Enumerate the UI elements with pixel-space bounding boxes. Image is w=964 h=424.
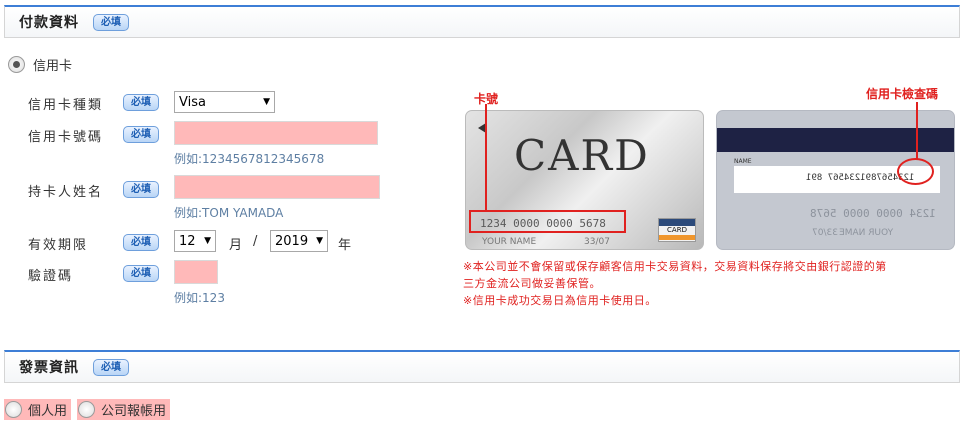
card-number-hint: 例如:1234567812345678 (174, 152, 325, 166)
card-number-callout: 卡號 (474, 92, 499, 106)
dropdown-arrow-icon: ▼ (263, 97, 270, 107)
card-front-brand: CARD (514, 131, 650, 180)
invoice-option-label: 個人用 (28, 404, 68, 419)
dropdown-arrow-icon: ▼ (316, 236, 323, 246)
card-back-mirror-name: YOUR NAME (839, 228, 894, 238)
card-type-label: 信用卡種類 (28, 98, 104, 113)
card-number-label: 信用卡號碼 (28, 130, 104, 145)
required-badge: 必填 (123, 234, 159, 251)
cvv-label: 驗證碼 (28, 269, 74, 284)
card-number-callout-line (485, 104, 487, 211)
expiry-separator: / (253, 234, 258, 249)
card-front-exp: 33/07 (584, 237, 610, 247)
cvv-input[interactable] (174, 260, 218, 284)
payment-method-credit-card[interactable]: 信用卡 (8, 55, 72, 74)
expiry-month-select[interactable]: 12 ▼ (174, 230, 216, 252)
required-badge: 必填 (123, 94, 159, 111)
payment-method-label: 信用卡 (33, 59, 73, 74)
expiry-year-value: 2019 (275, 233, 309, 249)
invoice-option-label: 公司報帳用 (101, 404, 167, 419)
cvv-highlight (897, 158, 934, 185)
cvv-callout: 信用卡檢查碼 (866, 87, 939, 101)
card-back-mirror-number: 1234 0000 0000 5678 (810, 207, 936, 220)
card-front-name: YOUR NAME (482, 237, 537, 247)
required-badge: 必填 (123, 265, 159, 282)
dropdown-arrow-icon: ▼ (204, 236, 211, 246)
required-badge: 必填 (93, 358, 129, 376)
invoice-options: 個人用 公司報帳用 (4, 399, 171, 420)
cvv-callout-line (916, 102, 918, 159)
required-badge: 必填 (123, 126, 159, 143)
year-unit: 年 (338, 238, 352, 253)
card-number-input[interactable] (174, 121, 378, 145)
required-badge: 必填 (93, 13, 129, 31)
cvv-hint: 例如:123 (174, 291, 225, 305)
radio-selected-icon[interactable] (8, 56, 25, 73)
month-unit: 月 (229, 238, 243, 253)
card-back-mirror-exp: 33/07 (812, 228, 838, 238)
notice-line-1: ※本公司並不會保留或保存顧客信用卡交易資料，交易資料保存將交由銀行認證的第 (463, 260, 887, 273)
magnetic-stripe (717, 128, 954, 152)
holder-name-label: 持卡人姓名 (28, 185, 104, 200)
card-number-highlight (469, 210, 626, 233)
holder-name-input[interactable] (174, 175, 380, 199)
radio-empty-icon[interactable] (5, 401, 22, 418)
invoice-section-title: 發票資訊 (19, 360, 79, 376)
payment-section-title: 付款資料 (19, 15, 79, 31)
invoice-option-personal[interactable]: 個人用 (4, 399, 72, 420)
payment-section-header: 付款資料 必填 (4, 5, 960, 38)
required-badge: 必填 (123, 181, 159, 198)
invoice-option-company[interactable]: 公司報帳用 (77, 399, 171, 420)
expiry-year-select[interactable]: 2019 ▼ (270, 230, 328, 252)
holder-name-hint: 例如:TOM YAMADA (174, 206, 284, 220)
notice-line-3: ※信用卡成功交易日為信用卡使用日。 (463, 294, 657, 307)
card-type-value: Visa (179, 94, 206, 110)
notice-line-2: 三方金流公司做妥善保管。 (463, 277, 601, 290)
invoice-section-header: 發票資訊 必填 (4, 350, 960, 383)
radio-empty-icon[interactable] (78, 401, 96, 418)
card-type-select[interactable]: Visa ▼ (174, 91, 275, 113)
signature-name: NAME (734, 158, 752, 165)
expiry-label: 有效期限 (28, 238, 89, 253)
expiry-month-value: 12 (179, 233, 196, 249)
card-logo-icon: CARD (658, 218, 696, 242)
